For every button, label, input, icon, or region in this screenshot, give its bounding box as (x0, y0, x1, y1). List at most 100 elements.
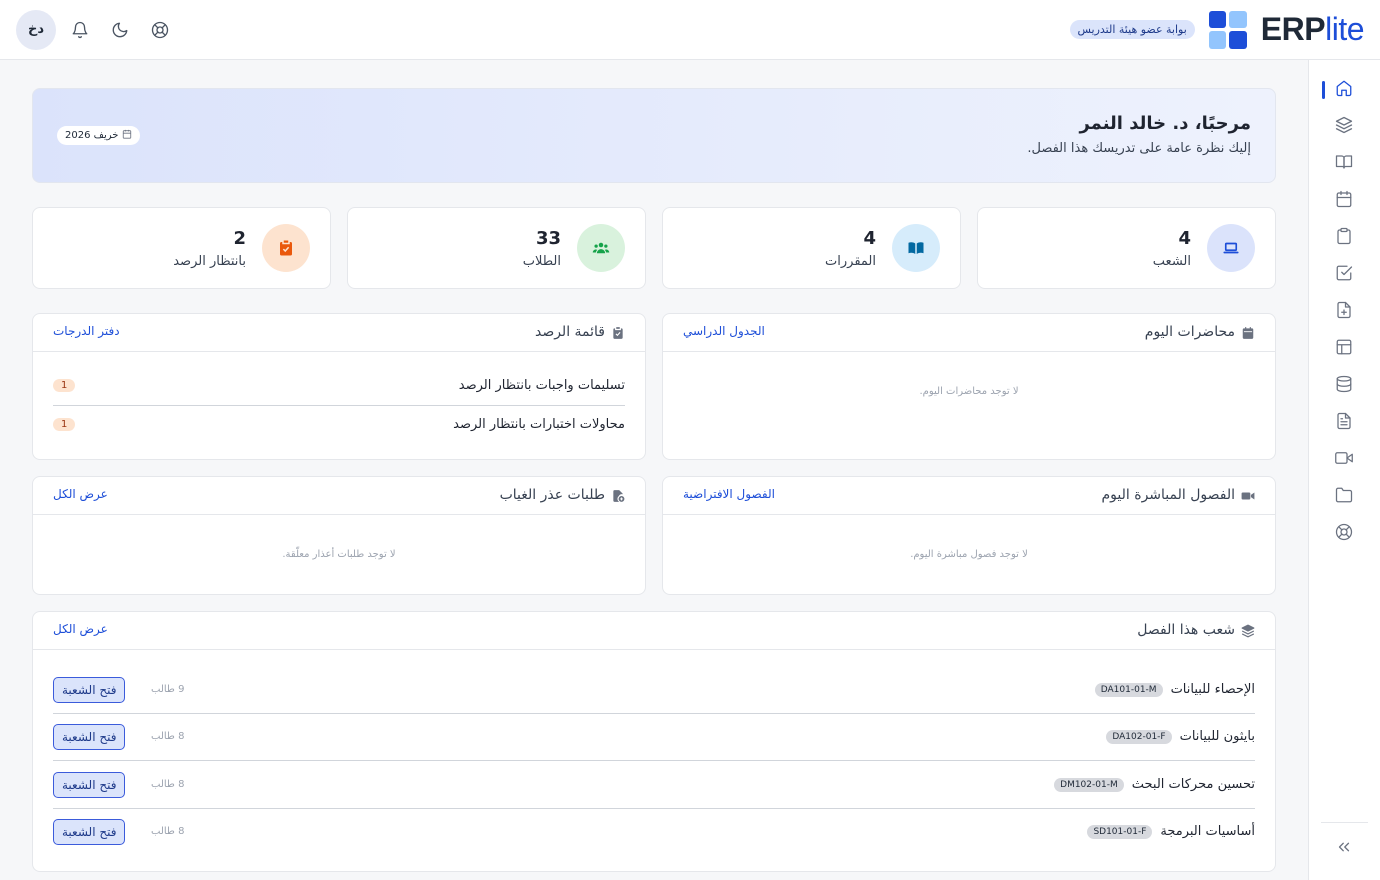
welcome-title: مرحبًا، د. خالد النمر (1079, 113, 1251, 134)
users-icon (577, 224, 625, 272)
grading-queue-card: قائمة الرصد دفتر الدرجات تسليمات واجبات … (32, 313, 646, 460)
chevrons-left-icon (1335, 838, 1353, 860)
stat-card-students[interactable]: 33 الطلاب (347, 207, 646, 289)
sidebar-item-attendance[interactable] (1308, 258, 1380, 292)
empty-state: لا توجد فصول مباشرة اليوم. (910, 549, 1028, 560)
folder-icon (1335, 486, 1353, 508)
book-icon (1335, 153, 1353, 175)
sidebar (1308, 60, 1380, 880)
header-actions: دخ (16, 9, 176, 50)
count-badge: 1 (53, 378, 76, 392)
user-avatar[interactable]: دخ (16, 9, 56, 50)
open-section-button[interactable]: فتح الشعبة (53, 723, 126, 750)
brand[interactable]: ERPlite بوابة عضو هيئة التدريس (1069, 10, 1365, 49)
table-row: بايثون للبيانات DA102-01-F 8 طالب فتح ال… (53, 713, 1255, 760)
database-icon (1335, 375, 1353, 397)
card-title: الفصول المباشرة اليوم (1101, 487, 1236, 503)
clipboard-check-icon (262, 224, 310, 272)
sidebar-item-support[interactable] (1308, 517, 1380, 551)
open-section-button[interactable]: فتح الشعبة (53, 771, 126, 798)
sidebar-item-new-file[interactable] (1308, 295, 1380, 329)
stat-value: 2 (233, 228, 246, 249)
sidebar-divider (1321, 822, 1368, 823)
stat-card-sections[interactable]: 4 الشعب (977, 207, 1276, 289)
card-header: الفصول المباشرة اليوم الفصول الافتراضية (663, 477, 1275, 515)
student-count: 9 طالب (151, 684, 185, 695)
card-title: طلبات عذر الغياب (499, 487, 605, 503)
today-lectures-card: محاضرات اليوم الجدول الدراسي لا توجد محا… (662, 313, 1276, 460)
list-item[interactable]: محاولات اختبارات بانتظار الرصد 1 (53, 405, 625, 443)
file-text-icon (1335, 412, 1353, 434)
clipboard-check-icon (611, 325, 625, 339)
virtual-classes-link[interactable]: الفصول الافتراضية (683, 487, 775, 501)
sidebar-item-database[interactable] (1308, 369, 1380, 403)
sidebar-item-layout[interactable] (1308, 332, 1380, 366)
stat-card-courses[interactable]: 4 المقررات (662, 207, 961, 289)
layers-icon (1335, 116, 1353, 138)
laptop-icon (1207, 224, 1255, 272)
gradebook-link[interactable]: دفتر الدرجات (53, 324, 120, 338)
sidebar-item-files[interactable] (1308, 480, 1380, 514)
card-header: شعب هذا الفصل عرض الكل (33, 612, 1275, 650)
dark-mode-moon-icon[interactable] (104, 14, 136, 46)
sidebar-item-sections[interactable] (1308, 110, 1380, 144)
notifications-bell-icon[interactable] (64, 14, 96, 46)
sidebar-item-courses[interactable] (1308, 147, 1380, 181)
stat-card-pending-grading[interactable]: 2 بانتظار الرصد (32, 207, 331, 289)
sidebar-item-home[interactable] (1308, 73, 1380, 107)
brand-logo-text: ERPlite (1260, 11, 1365, 47)
stat-label: الطلاب (522, 254, 561, 269)
section-name: أساسيات البرمجة (1160, 824, 1255, 839)
section-name: تحسين محركات البحث (1131, 777, 1255, 792)
card-title: قائمة الرصد (534, 324, 605, 340)
absence-excuses-card: طلبات عذر الغياب عرض الكل لا توجد طلبات … (32, 476, 646, 595)
sidebar-item-reports[interactable] (1308, 406, 1380, 440)
sidebar-item-assignments[interactable] (1308, 221, 1380, 255)
layout-icon (1335, 338, 1353, 360)
count-badge: 1 (53, 417, 76, 431)
card-header: طلبات عذر الغياب عرض الكل (33, 477, 645, 515)
term-label: خريف 2026 (65, 130, 119, 141)
sidebar-item-virtual-classes[interactable] (1308, 443, 1380, 477)
open-section-button[interactable]: فتح الشعبة (53, 676, 126, 703)
card-header: قائمة الرصد دفتر الدرجات (33, 314, 645, 352)
brand-logo-icon (1208, 10, 1247, 49)
help-lifebuoy-icon[interactable] (144, 14, 176, 46)
open-section-button[interactable]: فتح الشعبة (53, 818, 126, 845)
schedule-link[interactable]: الجدول الدراسي (683, 324, 765, 338)
view-all-sections-link[interactable]: عرض الكل (53, 622, 108, 636)
calendar-icon (1335, 190, 1353, 212)
student-count: 8 طالب (151, 731, 185, 742)
card-title: شعب هذا الفصل (1137, 622, 1235, 638)
empty-state: لا توجد محاضرات اليوم. (919, 386, 1019, 397)
calendar-icon (1241, 325, 1255, 339)
sidebar-collapse-button[interactable] (1308, 832, 1380, 866)
sidebar-item-schedule[interactable] (1308, 184, 1380, 218)
section-code-badge: DA101-01-M (1094, 682, 1163, 697)
layers-icon (1241, 623, 1255, 638)
check-square-icon (1335, 264, 1353, 286)
clipboard-icon (1335, 227, 1353, 249)
semester-sections-card: شعب هذا الفصل عرض الكل الإحصاء للبيانات … (32, 611, 1276, 872)
file-medical-icon (611, 488, 625, 502)
video-icon (1335, 449, 1353, 471)
calendar-icon (122, 129, 132, 142)
list-item[interactable]: تسليمات واجبات بانتظار الرصد 1 (53, 366, 625, 404)
table-row: تحسين محركات البحث DM102-01-M 8 طالب فتح… (53, 761, 1255, 808)
student-count: 8 طالب (151, 826, 185, 837)
stat-label: المقررات (825, 254, 876, 269)
portal-badge: بوابة عضو هيئة التدريس (1069, 20, 1195, 39)
section-name: الإحصاء للبيانات (1170, 682, 1255, 697)
card-title: محاضرات اليوم (1144, 324, 1235, 340)
empty-state: لا توجد طلبات أعذار معلّقة. (282, 549, 396, 560)
home-icon (1335, 79, 1353, 101)
stat-value: 4 (1178, 228, 1191, 249)
book-open-icon (892, 224, 940, 272)
term-badge: خريف 2026 (57, 126, 141, 145)
view-all-excuses-link[interactable]: عرض الكل (53, 487, 108, 501)
video-icon (1241, 488, 1255, 502)
section-code-badge: DA102-01-F (1106, 729, 1172, 744)
welcome-subtitle: إليك نظرة عامة على تدريسك هذا الفصل. (1027, 141, 1251, 156)
section-code-badge: DM102-01-M (1054, 777, 1124, 792)
card-header: محاضرات اليوم الجدول الدراسي (663, 314, 1275, 352)
